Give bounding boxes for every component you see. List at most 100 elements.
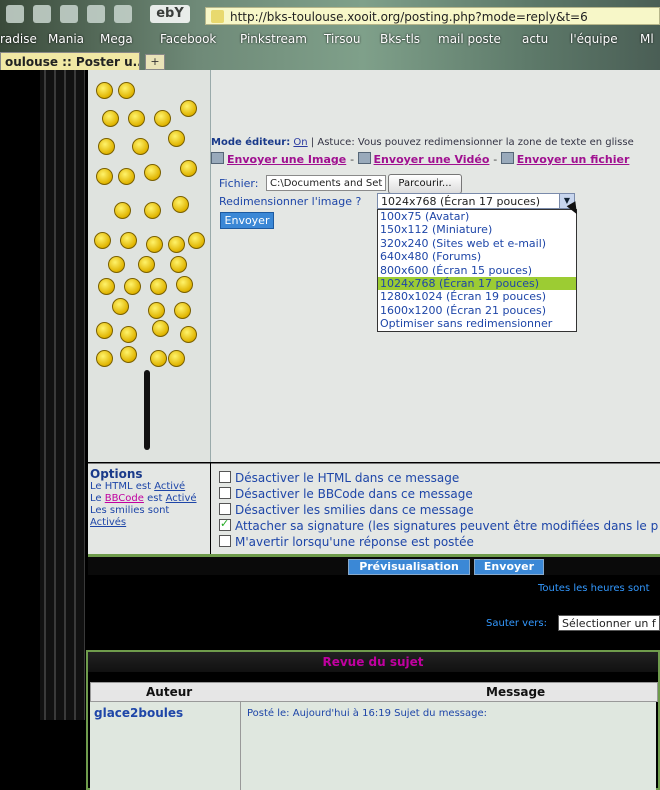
address-bar[interactable]: http://bks-toulouse.xooit.org/posting.ph… — [205, 7, 660, 25]
smiley-icon[interactable] — [114, 202, 131, 219]
bookmark-item[interactable]: Bks-tls — [380, 32, 420, 46]
option-notify-reply[interactable]: M'avertir lorsqu'une réponse est postée — [219, 535, 659, 549]
upload-send-button[interactable]: Envoyer — [220, 212, 274, 229]
smiley-icon[interactable] — [176, 276, 193, 293]
smiley-icon[interactable] — [144, 164, 161, 181]
editor-mode-toggle[interactable]: On — [293, 137, 307, 148]
bbcode-status-link[interactable]: Activé — [166, 493, 197, 504]
bookmark-item[interactable]: Pinkstream — [240, 32, 307, 46]
print-icon[interactable] — [33, 5, 51, 23]
smiley-icon[interactable] — [118, 168, 135, 185]
resize-option[interactable]: 100x75 (Avatar) — [378, 210, 576, 223]
smiley-icon[interactable] — [118, 82, 135, 99]
bookmark-item[interactable]: Mega — [100, 32, 133, 46]
resize-option[interactable]: 800x600 (Écran 15 pouces) — [378, 264, 576, 277]
preview-button[interactable]: Prévisualisation — [348, 559, 470, 575]
checkbox-checked[interactable] — [219, 519, 231, 531]
smiley-icon[interactable] — [96, 168, 113, 185]
checkbox[interactable] — [219, 471, 231, 483]
bookmark-item[interactable]: Facebook — [160, 32, 216, 46]
home-icon[interactable] — [87, 5, 105, 23]
back-icon[interactable] — [6, 5, 24, 23]
smiley-icon[interactable] — [120, 232, 137, 249]
smiley-icon[interactable] — [128, 110, 145, 127]
smiley-icon[interactable] — [188, 232, 205, 249]
smiley-icon[interactable] — [172, 196, 189, 213]
bookmark-item[interactable]: mail poste — [438, 32, 501, 46]
smiley-icon[interactable] — [102, 110, 119, 127]
smiley-icon[interactable] — [148, 302, 165, 319]
navigation-toolbar: ebY http://bks-toulouse.xooit.org/postin… — [0, 2, 660, 28]
smiley-icon[interactable] — [144, 202, 161, 219]
smiley-icon[interactable] — [132, 138, 149, 155]
jump-select[interactable]: Sélectionner un f — [558, 615, 660, 631]
smilies-scrollbar[interactable] — [144, 370, 150, 450]
smiley-icon[interactable] — [168, 350, 185, 367]
file-path-input[interactable]: C:\Documents and Set — [266, 175, 386, 191]
smiley-icon[interactable] — [120, 326, 137, 343]
smiley-icon[interactable] — [96, 82, 113, 99]
smilies-status-link[interactable]: Activés — [90, 517, 126, 528]
smiley-icon[interactable] — [146, 236, 163, 253]
resize-option[interactable]: 320x240 (Sites web et e-mail) — [378, 237, 576, 250]
browse-button[interactable]: Parcourir... — [388, 174, 462, 194]
option-disable-bbcode[interactable]: Désactiver le BBCode dans ce message — [219, 487, 659, 501]
smiley-icon[interactable] — [94, 232, 111, 249]
checkbox[interactable] — [219, 487, 231, 499]
smiley-icon[interactable] — [174, 302, 191, 319]
close-icon[interactable] — [60, 5, 78, 23]
smiley-icon[interactable] — [138, 256, 155, 273]
html-status-link[interactable]: Activé — [154, 481, 185, 492]
smiley-icon[interactable] — [150, 278, 167, 295]
topic-review: Revue du sujet Auteur Message glace2boul… — [86, 650, 660, 790]
smiley-icon[interactable] — [112, 298, 129, 315]
smiley-icon[interactable] — [98, 138, 115, 155]
upload-image-link[interactable]: Envoyer une Image — [227, 153, 346, 166]
smiley-icon[interactable] — [96, 322, 113, 339]
bookmark-item[interactable]: Mania — [48, 32, 84, 46]
smiley-icon[interactable] — [180, 160, 197, 177]
file-label: Fichier: — [219, 177, 259, 190]
ebay-icon[interactable]: ebY — [150, 5, 190, 23]
option-disable-smilies[interactable]: Désactiver les smilies dans ce message — [219, 503, 659, 517]
option-attach-signature[interactable]: Attacher sa signature (les signatures pe… — [219, 519, 659, 533]
smiley-icon[interactable] — [98, 278, 115, 295]
new-tab-button[interactable]: + — [145, 54, 165, 70]
smiley-icon[interactable] — [96, 350, 113, 367]
smiley-icon[interactable] — [170, 256, 187, 273]
resize-option-selected[interactable]: 1024x768 (Écran 17 pouces) — [378, 276, 576, 291]
bookmark-item[interactable]: l'équipe — [570, 32, 618, 46]
bookmark-item[interactable]: Ml — [640, 32, 654, 46]
smiley-icon[interactable] — [152, 320, 169, 337]
smiley-icon[interactable] — [180, 326, 197, 343]
upload-file-link[interactable]: Envoyer un fichier — [517, 153, 630, 166]
smiley-icon[interactable] — [124, 278, 141, 295]
smiley-icon[interactable] — [108, 256, 125, 273]
smiley-icon[interactable] — [180, 100, 197, 117]
resize-option[interactable]: 1600x1200 (Écran 21 pouces) — [378, 304, 576, 317]
resize-option[interactable]: Optimiser sans redimensionner — [378, 317, 576, 330]
checkbox[interactable] — [219, 503, 231, 515]
screenshot-icon[interactable] — [114, 5, 132, 23]
bookmark-item[interactable]: radise — [0, 32, 37, 46]
resize-option[interactable]: 640x480 (Forums) — [378, 250, 576, 263]
option-disable-html[interactable]: Désactiver le HTML dans ce message — [219, 471, 659, 485]
checkbox-label: Désactiver les smilies dans ce message — [235, 503, 474, 517]
smiley-icon[interactable] — [150, 350, 167, 367]
tab-active[interactable]: oulouse :: Poster u... — [0, 52, 140, 70]
url-text: http://bks-toulouse.xooit.org/posting.ph… — [230, 10, 588, 24]
resize-select[interactable]: 1024x768 (Écran 17 pouces) ▼ — [377, 193, 575, 209]
post-actions: Prévisualisation Envoyer — [88, 557, 660, 575]
bookmark-item[interactable]: actu — [522, 32, 548, 46]
checkbox[interactable] — [219, 535, 231, 547]
smiley-icon[interactable] — [168, 130, 185, 147]
bbcode-link[interactable]: BBCode — [105, 493, 144, 504]
resize-option[interactable]: 1280x1024 (Écran 19 pouces) — [378, 290, 576, 303]
upload-video-link[interactable]: Envoyer une Vidéo — [374, 153, 490, 166]
smiley-icon[interactable] — [154, 110, 171, 127]
submit-button[interactable]: Envoyer — [474, 559, 544, 575]
smiley-icon[interactable] — [168, 236, 185, 253]
bookmark-item[interactable]: Tirsou — [324, 32, 360, 46]
resize-option[interactable]: 150x112 (Miniature) — [378, 223, 576, 236]
smiley-icon[interactable] — [120, 346, 137, 363]
